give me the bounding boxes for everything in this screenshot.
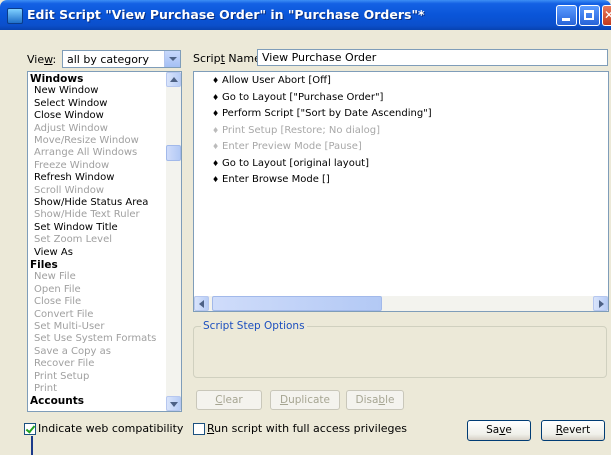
step-list[interactable]: Windows New Window Select Window Close Wind…	[27, 71, 182, 412]
step-list-item[interactable]: Set Multi-User	[34, 321, 104, 333]
minimize-button[interactable]	[556, 5, 577, 26]
step-list-item[interactable]: View As	[34, 247, 73, 259]
duplicate-button[interactable]: Duplicate	[270, 390, 340, 410]
step-list-item[interactable]: Open File	[34, 284, 81, 296]
step-list-item[interactable]: Select Window	[34, 98, 107, 110]
step-list-item[interactable]: Show/Hide Status Area	[34, 197, 148, 209]
hscroll-thumb[interactable]	[212, 296, 382, 311]
view-label: View:	[27, 53, 57, 66]
app-icon	[7, 8, 23, 24]
scroll-thumb[interactable]	[166, 145, 181, 161]
step-move-handle-icon[interactable]: ♦	[212, 124, 219, 138]
script-step[interactable]: ♦ Enter Browse Mode []	[212, 173, 330, 187]
script-steps-area[interactable]: ♦ Allow User Abort [Off] ♦ Go to Layout ["P…	[193, 71, 609, 312]
step-category[interactable]: Files	[30, 259, 58, 271]
step-list-item[interactable]: Convert File	[34, 309, 93, 321]
step-list-item[interactable]: Recover File	[34, 358, 94, 370]
title-bar[interactable]: Edit Script "View Purchase Order" in "Pu…	[0, 0, 611, 30]
script-name-label: Script Name:	[193, 52, 265, 65]
step-list-item[interactable]: Set Zoom Level	[34, 234, 112, 246]
script-step-text: Perform Script ["Sort by Date Ascending"…	[222, 108, 432, 119]
step-list-item[interactable]: Scroll Window	[34, 185, 104, 197]
pointer-marker	[31, 436, 33, 455]
step-move-handle-icon[interactable]: ♦	[212, 91, 219, 105]
scroll-up-button[interactable]	[166, 72, 181, 87]
step-list-item[interactable]: Arrange All Windows	[34, 147, 137, 159]
script-name-input[interactable]: View Purchase Order	[257, 49, 608, 66]
step-list-item[interactable]: Print Setup	[34, 371, 89, 383]
step-list-item[interactable]: New File	[34, 271, 76, 283]
clear-button[interactable]: Clear	[196, 390, 262, 410]
full-access-checkbox[interactable]	[193, 423, 205, 435]
script-step[interactable]: ♦ Allow User Abort [Off]	[212, 74, 331, 88]
step-category[interactable]: Accounts	[30, 395, 84, 407]
step-list-scrollbar[interactable]	[166, 72, 181, 411]
steps-hscrollbar[interactable]	[194, 296, 608, 311]
script-step-text: Go to Layout [original layout]	[222, 157, 369, 169]
script-step-text: Allow User Abort [Off]	[222, 75, 331, 86]
step-list-item[interactable]: New Window	[34, 85, 98, 97]
script-step-options-group	[193, 326, 607, 378]
full-access-label: Run script with full access privileges	[207, 422, 408, 435]
step-move-handle-icon[interactable]: ♦	[212, 173, 219, 187]
script-step-options-label: Script Step Options	[201, 320, 307, 332]
step-list-item[interactable]: Close File	[34, 296, 81, 308]
chevron-down-icon[interactable]	[164, 51, 180, 67]
web-compat-checkbox[interactable]	[24, 423, 36, 435]
step-category[interactable]: Windows	[30, 73, 83, 85]
script-step[interactable]: ♦ Go to Layout ["Purchase Order"]	[212, 91, 384, 105]
script-step[interactable]: ♦ Go to Layout [original layout]	[212, 157, 369, 171]
step-list-item[interactable]: Save a Copy as	[34, 346, 111, 358]
step-move-handle-icon[interactable]: ♦	[212, 157, 219, 171]
disable-button[interactable]: Disable	[346, 390, 404, 410]
revert-button[interactable]: Revert	[541, 420, 605, 441]
scroll-right-button[interactable]	[593, 296, 608, 311]
step-list-item[interactable]: Freeze Window	[34, 160, 109, 172]
window-title: Edit Script "View Purchase Order" in "Pu…	[27, 7, 425, 22]
scroll-down-button[interactable]	[166, 396, 181, 411]
script-step[interactable]: ♦ Print Setup [Restore; No dialog]	[212, 124, 381, 138]
save-button[interactable]: Save	[467, 420, 531, 441]
step-list-item[interactable]: Set Use System Formats	[34, 333, 156, 345]
step-move-handle-icon[interactable]: ♦	[212, 107, 219, 121]
maximize-button[interactable]	[579, 5, 600, 26]
scroll-left-button[interactable]	[194, 296, 209, 311]
step-list-item[interactable]: Refresh Window	[34, 172, 114, 184]
view-select-value: all by category	[67, 53, 149, 66]
step-move-handle-icon[interactable]: ♦	[212, 74, 219, 88]
step-list-item[interactable]: Set Window Title	[34, 222, 118, 234]
step-list-item[interactable]: Move/Resize Window	[34, 135, 139, 147]
script-step-text: Go to Layout ["Purchase Order"]	[222, 91, 384, 103]
view-select[interactable]: all by category	[62, 50, 181, 68]
script-step-text: Enter Preview Mode [Pause]	[222, 141, 362, 152]
step-list-item[interactable]: Close Window	[34, 110, 104, 122]
step-list-item[interactable]: Adjust Window	[34, 123, 108, 135]
script-step-text: Enter Browse Mode []	[222, 174, 330, 185]
script-step[interactable]: ♦ Perform Script ["Sort by Date Ascending…	[212, 107, 432, 121]
step-list-item[interactable]: Show/Hide Text Ruler	[34, 209, 140, 221]
close-button[interactable]	[602, 5, 611, 26]
web-compat-label: Indicate web compatibility	[38, 422, 184, 435]
step-move-handle-icon[interactable]: ♦	[212, 140, 219, 154]
script-step-text: Print Setup [Restore; No dialog]	[222, 124, 381, 136]
step-list-item[interactable]: Print	[34, 383, 57, 395]
script-step[interactable]: ♦ Enter Preview Mode [Pause]	[212, 140, 362, 154]
